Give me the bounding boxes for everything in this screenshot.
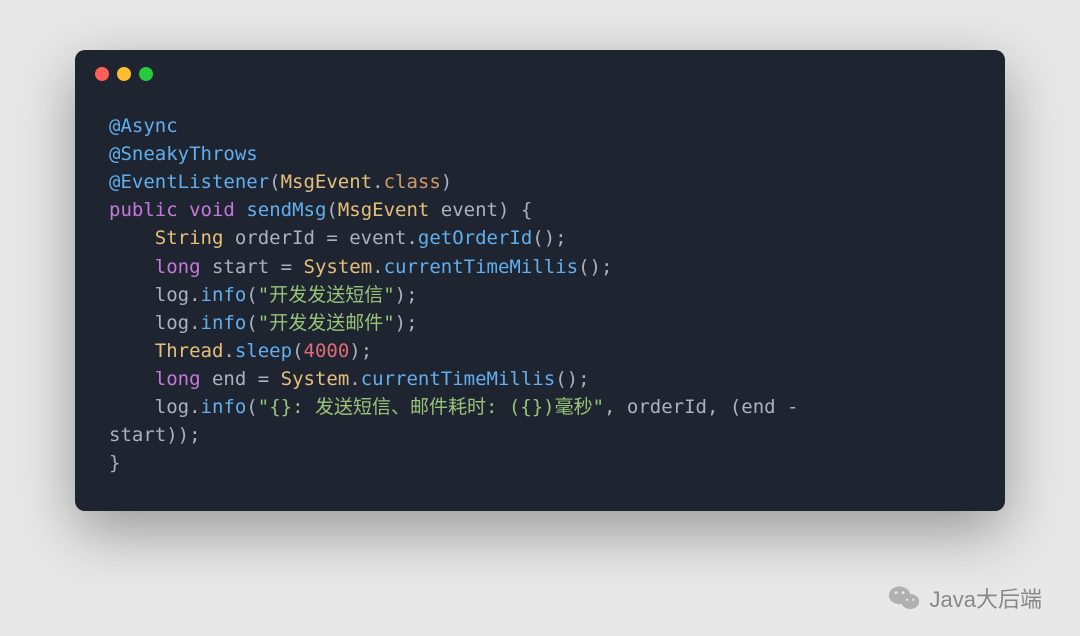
watermark-text: Java大后端 xyxy=(930,582,1042,614)
code-window: @Async @SneakyThrows @EventListener(MsgE… xyxy=(75,50,1005,511)
annotation-sneaky: @SneakyThrows xyxy=(109,143,258,165)
annotation-event: @EventListener xyxy=(109,171,269,193)
maximize-dot[interactable] xyxy=(139,67,153,81)
annotation-async: @Async xyxy=(109,115,178,137)
close-dot[interactable] xyxy=(95,67,109,81)
minimize-dot[interactable] xyxy=(117,67,131,81)
window-titlebar xyxy=(75,50,1005,84)
code-content: @Async @SneakyThrows @EventListener(MsgE… xyxy=(75,84,1005,511)
wechat-icon xyxy=(888,584,920,612)
watermark: Java大后端 xyxy=(888,582,1042,614)
